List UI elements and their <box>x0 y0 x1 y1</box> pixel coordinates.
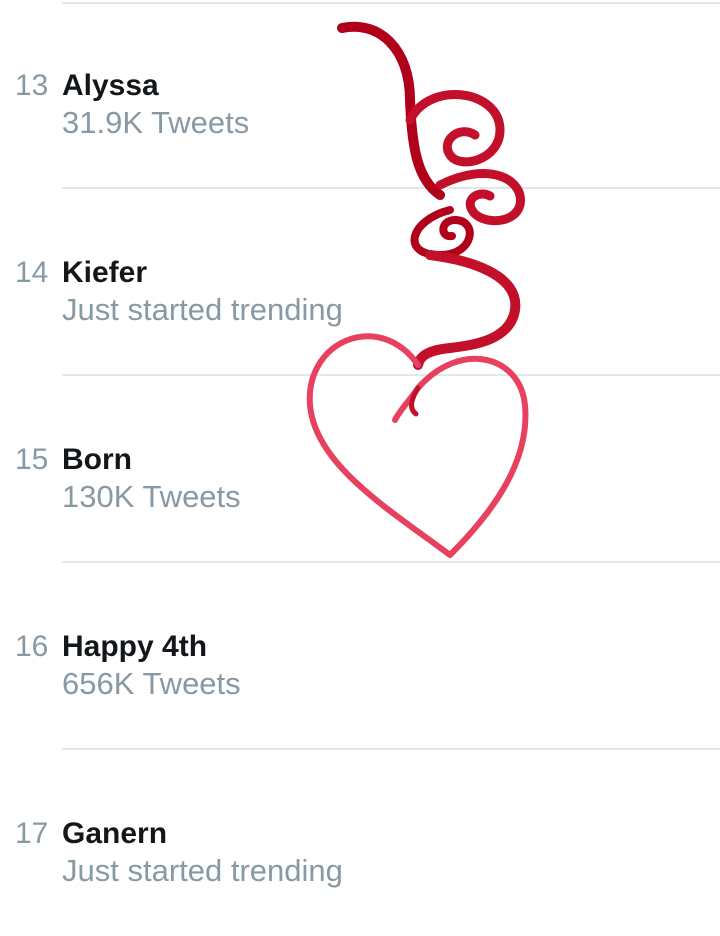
trend-rank: 17 <box>15 817 49 850</box>
trend-name[interactable]: Happy 4th <box>62 629 207 665</box>
trend-item-16[interactable]: 16 Happy 4th 656K Tweets <box>0 561 720 750</box>
trend-meta: 656K Tweets <box>62 666 241 701</box>
trend-rank: 14 <box>15 256 49 289</box>
trend-meta: Just started trending <box>62 853 343 888</box>
trend-meta: 31.9K Tweets <box>62 105 250 140</box>
trend-item-15[interactable]: 15 Born 130K Tweets <box>0 374 720 563</box>
trend-item-14[interactable]: 14 Kiefer Just started trending <box>0 187 720 376</box>
trend-rank: 13 <box>15 69 49 102</box>
trend-name[interactable]: Born <box>62 442 132 478</box>
trend-rank: 16 <box>15 630 49 663</box>
trends-list: 13 Alyssa 31.9K Tweets 14 Kiefer Just st… <box>0 0 720 936</box>
trend-meta: 130K Tweets <box>62 479 241 514</box>
trend-name[interactable]: Ganern <box>62 816 167 852</box>
trend-name[interactable]: Kiefer <box>62 255 147 291</box>
trend-meta: Just started trending <box>62 292 343 327</box>
trend-name[interactable]: Alyssa <box>62 68 159 104</box>
trend-item-17[interactable]: 17 Ganern Just started trending <box>0 748 720 935</box>
trend-item-13[interactable]: 13 Alyssa 31.9K Tweets <box>0 0 720 189</box>
trend-rank: 15 <box>15 443 49 476</box>
